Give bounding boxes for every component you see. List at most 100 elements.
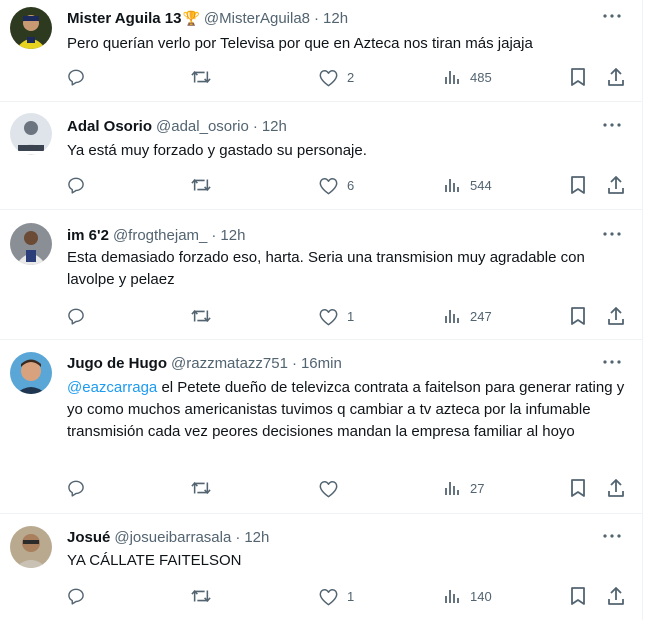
bookmark-button[interactable] bbox=[569, 303, 587, 329]
action-bar: 1 247 bbox=[0, 303, 642, 329]
avatar[interactable] bbox=[10, 526, 52, 568]
more-icon[interactable] bbox=[600, 526, 624, 546]
like-button[interactable]: 6 bbox=[318, 172, 354, 198]
heart-icon bbox=[319, 177, 338, 194]
user-handle[interactable]: @MisterAguila8 bbox=[204, 10, 310, 27]
timestamp[interactable]: 12h bbox=[244, 529, 269, 546]
views-count: 544 bbox=[470, 177, 492, 193]
views-button[interactable]: 140 bbox=[444, 583, 492, 609]
retweet-button[interactable] bbox=[190, 172, 212, 198]
reply-icon bbox=[68, 480, 84, 497]
tweet[interactable]: Jugo de Hugo @razzmatazz751 · 16min @eaz… bbox=[0, 340, 642, 514]
separator-dot: · bbox=[211, 226, 217, 244]
reply-button[interactable] bbox=[66, 583, 86, 609]
avatar[interactable] bbox=[10, 352, 52, 394]
tweet[interactable]: Mister Aguila 13 🏆 @MisterAguila8 · 12h … bbox=[0, 0, 642, 102]
reply-feed: Mister Aguila 13 🏆 @MisterAguila8 · 12h … bbox=[0, 0, 643, 620]
reply-icon bbox=[68, 69, 84, 86]
tweet-header: Jugo de Hugo @razzmatazz751 · 16min bbox=[67, 353, 342, 373]
avatar[interactable] bbox=[10, 113, 52, 155]
more-icon[interactable] bbox=[600, 352, 624, 372]
action-bar: 6 544 bbox=[0, 172, 642, 198]
user-handle[interactable]: @adal_osorio bbox=[156, 118, 249, 135]
separator-dot: · bbox=[314, 9, 320, 27]
like-button[interactable] bbox=[318, 475, 347, 501]
retweet-button[interactable] bbox=[190, 64, 212, 90]
separator-dot: · bbox=[252, 117, 258, 135]
share-button[interactable] bbox=[607, 583, 625, 609]
like-button[interactable]: 1 bbox=[318, 303, 354, 329]
reply-icon bbox=[68, 177, 84, 194]
tweet-text: Ya está muy forzado y gastado su persona… bbox=[67, 140, 632, 162]
avatar[interactable] bbox=[10, 7, 52, 49]
like-count: 6 bbox=[347, 177, 355, 193]
reply-button[interactable] bbox=[66, 303, 86, 329]
share-icon bbox=[608, 307, 624, 325]
display-name[interactable]: im 6'2 bbox=[67, 227, 109, 244]
bookmark-button[interactable] bbox=[569, 64, 587, 90]
display-name[interactable]: Jugo de Hugo bbox=[67, 355, 167, 372]
timestamp[interactable]: 12h bbox=[220, 227, 245, 244]
retweet-icon bbox=[191, 481, 211, 495]
like-count: 2 bbox=[347, 69, 355, 85]
share-icon bbox=[608, 479, 624, 497]
views-icon bbox=[445, 71, 459, 84]
share-button[interactable] bbox=[607, 475, 625, 501]
bookmark-button[interactable] bbox=[569, 172, 587, 198]
retweet-icon bbox=[191, 70, 211, 84]
action-bar: 1 140 bbox=[0, 583, 642, 609]
timestamp[interactable]: 12h bbox=[262, 118, 287, 135]
user-handle[interactable]: @josueibarrasala bbox=[114, 529, 231, 546]
share-button[interactable] bbox=[607, 303, 625, 329]
user-handle[interactable]: @razzmatazz751 bbox=[171, 355, 288, 372]
bookmark-icon bbox=[571, 68, 585, 86]
tweet[interactable]: Adal Osorio @adal_osorio · 12h Ya está m… bbox=[0, 102, 642, 210]
more-icon[interactable] bbox=[600, 6, 624, 26]
more-icon[interactable] bbox=[600, 115, 624, 135]
heart-icon bbox=[319, 308, 338, 325]
retweet-button[interactable] bbox=[190, 303, 212, 329]
reply-button[interactable] bbox=[66, 172, 86, 198]
like-count: 1 bbox=[347, 588, 355, 604]
bookmark-button[interactable] bbox=[569, 583, 587, 609]
tweet[interactable]: Josué @josueibarrasala · 12h YA CÁLLATE … bbox=[0, 514, 642, 620]
bookmark-icon bbox=[571, 307, 585, 325]
more-icon[interactable] bbox=[600, 224, 624, 244]
bookmark-icon bbox=[571, 587, 585, 605]
views-button[interactable]: 27 bbox=[444, 475, 484, 501]
share-button[interactable] bbox=[607, 172, 625, 198]
heart-icon bbox=[319, 588, 338, 605]
views-icon bbox=[445, 179, 459, 192]
user-handle[interactable]: @frogthejam_ bbox=[113, 227, 207, 244]
mention-link[interactable]: @eazcarraga bbox=[67, 379, 157, 396]
timestamp[interactable]: 12h bbox=[323, 10, 348, 27]
views-icon bbox=[445, 310, 459, 323]
reply-icon bbox=[68, 308, 84, 325]
display-name[interactable]: Josué bbox=[67, 529, 110, 546]
views-button[interactable]: 485 bbox=[444, 64, 492, 90]
like-count: 1 bbox=[347, 308, 355, 324]
tweet-header: im 6'2 @frogthejam_ · 12h bbox=[67, 225, 245, 245]
bookmark-button[interactable] bbox=[569, 475, 587, 501]
separator-dot: · bbox=[291, 354, 297, 372]
retweet-button[interactable] bbox=[190, 583, 212, 609]
reply-button[interactable] bbox=[66, 475, 86, 501]
display-name[interactable]: Mister Aguila 13 bbox=[67, 10, 181, 27]
display-name[interactable]: Adal Osorio bbox=[67, 118, 152, 135]
views-count: 485 bbox=[470, 69, 492, 85]
action-bar: 2 485 bbox=[0, 64, 642, 90]
views-button[interactable]: 544 bbox=[444, 172, 492, 198]
share-button[interactable] bbox=[607, 64, 625, 90]
reply-icon bbox=[68, 588, 84, 605]
reply-button[interactable] bbox=[66, 64, 86, 90]
avatar[interactable] bbox=[10, 223, 52, 265]
views-button[interactable]: 247 bbox=[444, 303, 492, 329]
like-button[interactable]: 1 bbox=[318, 583, 354, 609]
tweet[interactable]: im 6'2 @frogthejam_ · 12h Esta demasiado… bbox=[0, 210, 642, 340]
timestamp[interactable]: 16min bbox=[301, 355, 342, 372]
retweet-icon bbox=[191, 178, 211, 192]
views-icon bbox=[445, 482, 459, 495]
like-button[interactable]: 2 bbox=[318, 64, 354, 90]
retweet-button[interactable] bbox=[190, 475, 212, 501]
share-icon bbox=[608, 176, 624, 194]
